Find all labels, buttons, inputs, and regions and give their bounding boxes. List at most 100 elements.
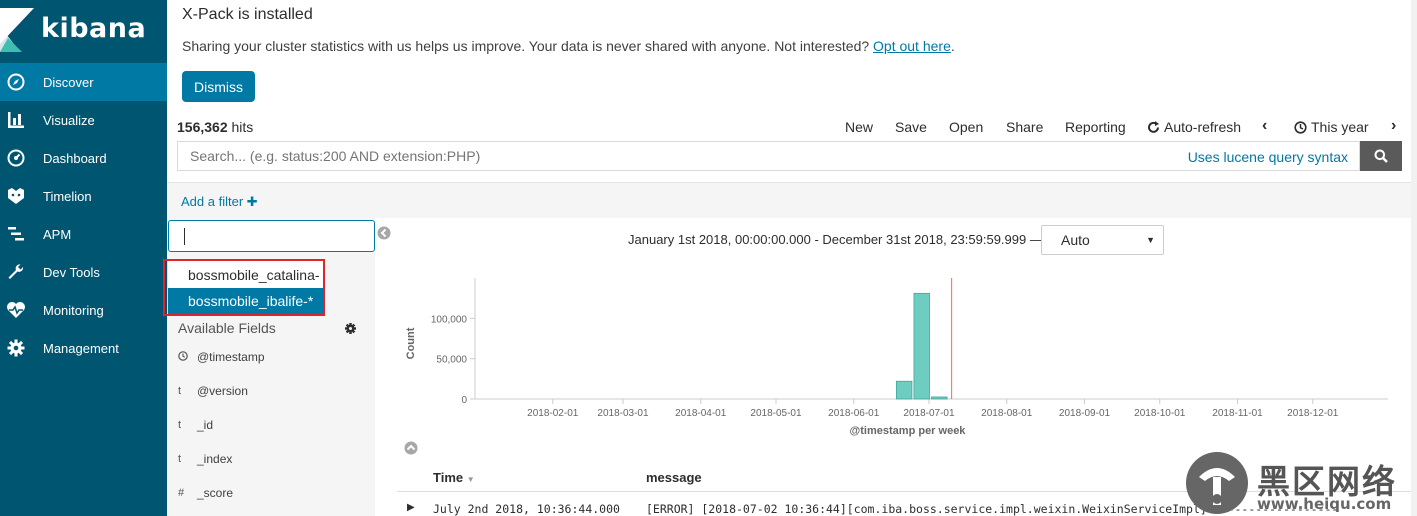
row-time-cell: July 2nd 2018, 10:36:44.000 [433, 502, 620, 516]
sidebar-item-timelion[interactable]: Timelion [0, 177, 167, 215]
sidebar-item-management[interactable]: Management [0, 329, 167, 367]
histogram-bar [895, 380, 913, 400]
histogram-chart: 0 50,000 100,000 2018-02-01 2018-03-01 2018-0… [405, 278, 1388, 437]
kibana-logo-icon [0, 8, 34, 52]
time-range-label: January 1st 2018, 00:00:00.000 - Decembe… [628, 232, 1043, 247]
plus-icon: ✚ [246, 194, 258, 209]
sidebar-item-apm[interactable]: APM [0, 215, 167, 253]
add-filter-label: Add a filter [181, 194, 244, 209]
field-id[interactable]: t _id [178, 418, 213, 432]
opt-out-link[interactable]: Opt out here [873, 38, 951, 54]
search-icon [1374, 149, 1388, 163]
watermark-url: www.heiqu.com [1257, 495, 1392, 513]
time-picker-button[interactable]: This year [1294, 119, 1369, 135]
collapse-sidebar-icon[interactable] [377, 226, 391, 245]
add-filter-button[interactable]: Add a filter ✚ [181, 194, 258, 210]
y-tick-label: 50,000 [436, 355, 467, 366]
sidebar-item-label: Timelion [43, 188, 92, 204]
search-bar: Uses lucene query syntax [177, 141, 1360, 171]
page-scrollbar[interactable] [1411, 0, 1417, 516]
number-type-icon: # [178, 487, 185, 499]
clock-icon [1294, 120, 1307, 134]
x-axis-label: @timestamp per week [850, 425, 967, 437]
banner-message: Sharing your cluster statistics with us … [182, 38, 870, 54]
x-tick-label: 2018-07-01 [903, 408, 955, 419]
refresh-icon [1148, 120, 1159, 133]
sidebar-item-label: APM [43, 226, 72, 242]
histogram-bar [913, 292, 930, 400]
y-tick-label: 0 [461, 395, 467, 406]
time-column-header[interactable]: Time ▼ [433, 470, 475, 485]
annotation-highlight-box [163, 259, 325, 316]
sidebar-item-dev-tools[interactable]: Dev Tools [0, 253, 167, 291]
wrench-icon [2, 253, 30, 291]
dismiss-button[interactable]: Dismiss [182, 71, 255, 102]
x-tick-label: 2018-12-01 [1287, 408, 1339, 419]
sidebar-item-discover[interactable]: Discover [0, 63, 167, 101]
text-cursor [184, 228, 185, 245]
field-name: _score [197, 486, 234, 500]
x-tick-label: 2018-04-01 [675, 408, 727, 419]
x-tick-label: 2018-05-01 [750, 408, 802, 419]
compass-icon [2, 63, 30, 101]
interval-value: Auto [1061, 232, 1090, 248]
sidebar-item-label: Monitoring [43, 302, 104, 318]
time-next-chevron-icon[interactable]: › [1391, 117, 1396, 135]
sidebar-item-label: Visualize [43, 112, 95, 128]
apm-icon [2, 215, 30, 253]
string-type-icon: t [178, 385, 182, 397]
row-expand-caret-icon[interactable]: ▶ [407, 502, 415, 513]
auto-refresh-button[interactable]: Auto-refresh [1147, 119, 1241, 135]
sidebar-item-label: Discover [43, 74, 94, 90]
hits-count: 156,362 hits [177, 119, 253, 135]
x-tick-label: 2018-06-01 [828, 408, 880, 419]
time-prev-chevron-icon[interactable]: ‹ [1262, 117, 1267, 135]
sidebar-item-visualize[interactable]: Visualize [0, 101, 167, 139]
x-tick-label: 2018-11-01 [1212, 408, 1263, 419]
sort-caret-icon: ▼ [466, 475, 475, 484]
sidebar-item-label: Management [43, 340, 119, 356]
time-picker-label: This year [1311, 119, 1369, 135]
x-tick-label: 2018-02-01 [527, 408, 579, 419]
caret-down-icon: ▼ [1146, 235, 1155, 245]
sidebar-item-monitoring[interactable]: Monitoring [0, 291, 167, 329]
sidebar-item-dashboard[interactable]: Dashboard [0, 139, 167, 177]
kibana-logo[interactable]: kibana [0, 0, 167, 62]
gear-icon [2, 329, 30, 367]
clock-icon [178, 350, 197, 364]
message-column-header: message [646, 470, 702, 485]
x-tick-label: 2018-10-01 [1134, 408, 1186, 419]
site-watermark: 黑区网络 www.heiqu.com [1185, 451, 1417, 516]
index-pattern-input[interactable] [168, 220, 375, 252]
open-button[interactable]: Open [949, 119, 983, 135]
new-button[interactable]: New [845, 119, 873, 135]
bar-chart-icon [2, 101, 30, 139]
save-button[interactable]: Save [895, 119, 927, 135]
sidebar: kibana Discover Visualize Dashboard Time… [0, 0, 167, 516]
field-name: @timestamp [197, 350, 265, 364]
x-tick-label: 2018-09-01 [1059, 408, 1111, 419]
field-version[interactable]: t @version [178, 384, 248, 398]
banner-text: Sharing your cluster statistics with us … [182, 38, 955, 54]
hits-number: 156,362 [177, 119, 228, 135]
banner-text-end: . [950, 38, 955, 54]
dashboard-icon [2, 139, 30, 177]
sidebar-item-label: Dashboard [43, 150, 107, 166]
reporting-button[interactable]: Reporting [1065, 119, 1126, 135]
timelion-icon [2, 177, 30, 215]
watermark-logo-icon [1186, 452, 1248, 514]
search-button[interactable] [1360, 141, 1402, 171]
field-score[interactable]: # _score [178, 486, 233, 500]
share-button[interactable]: Share [1006, 119, 1043, 135]
sidebar-item-label: Dev Tools [43, 264, 100, 280]
auto-refresh-label: Auto-refresh [1164, 119, 1242, 135]
field-index[interactable]: t _index [178, 452, 232, 466]
collapse-chart-icon[interactable] [404, 441, 418, 460]
string-type-icon: t [178, 419, 182, 431]
field-name: @version [197, 384, 248, 398]
fields-settings-gear-icon[interactable] [345, 321, 356, 339]
field-timestamp[interactable]: @timestamp [178, 350, 265, 364]
lucene-syntax-link[interactable]: Uses lucene query syntax [1188, 149, 1348, 165]
interval-select[interactable]: Auto ▼ [1041, 225, 1164, 255]
search-input[interactable] [190, 148, 1090, 164]
